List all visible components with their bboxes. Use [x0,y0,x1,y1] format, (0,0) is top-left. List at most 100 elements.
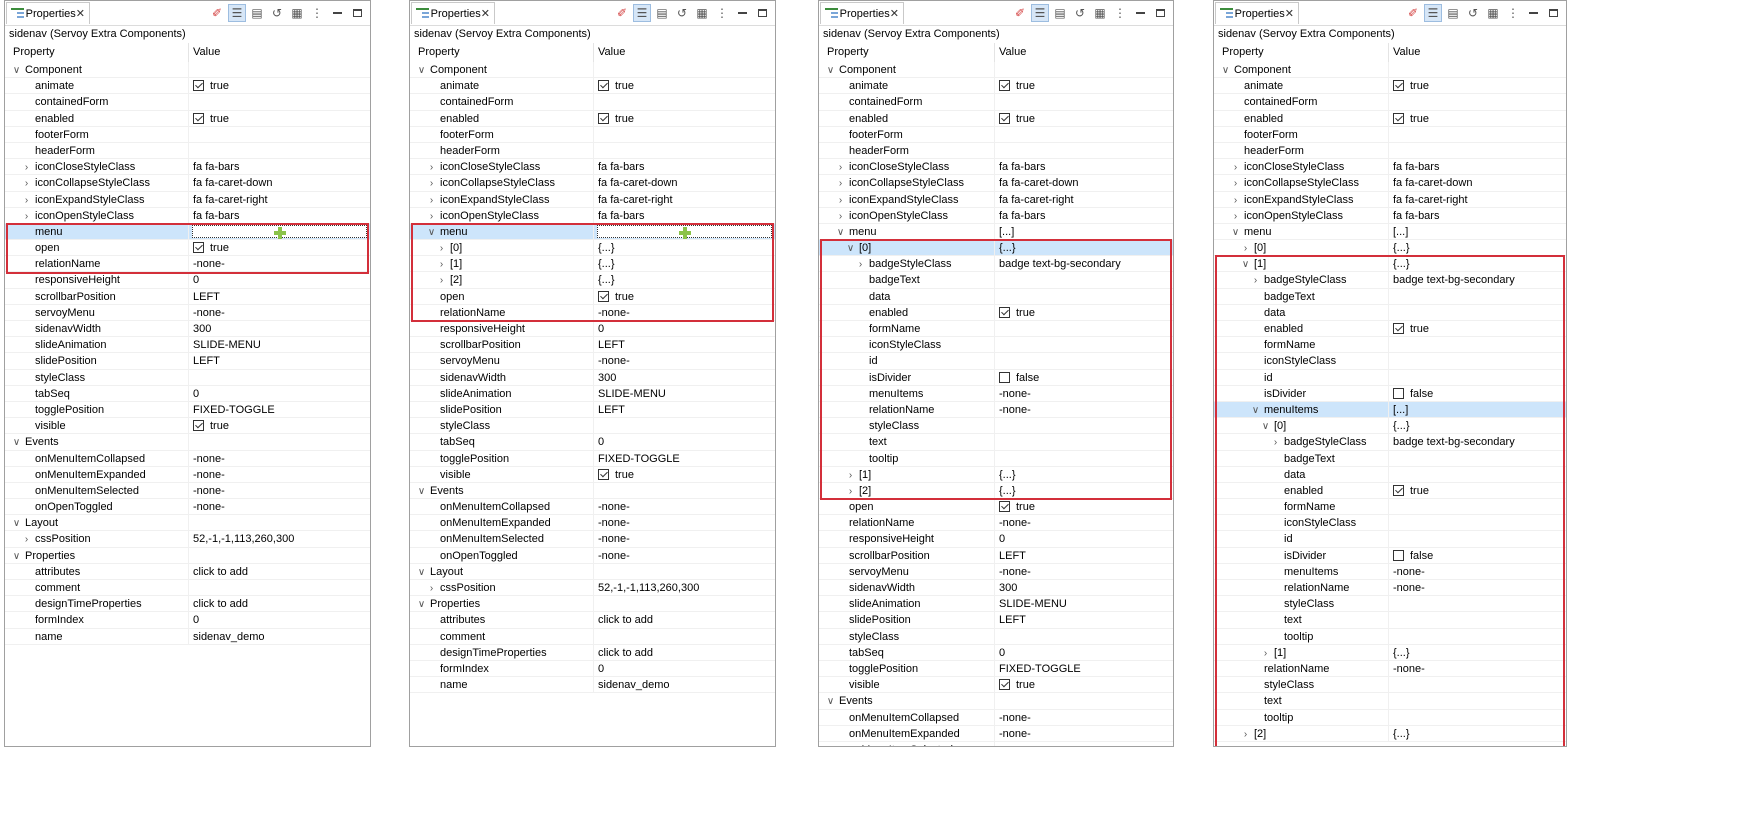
property-value-cell[interactable]: sidenav_demo [188,628,370,644]
property-value-cell[interactable]: SLIDE-MENU [188,337,370,353]
property-row[interactable]: › iconCloseStyleClass fa fa-bars [5,159,370,176]
value-checkbox[interactable] [999,371,1010,383]
property-row[interactable]: enabled true [410,110,775,127]
property-row[interactable]: attributes click to add [410,612,775,629]
chevron-right-icon[interactable]: › [835,160,846,174]
close-icon[interactable]: ✕ [76,7,85,20]
property-row[interactable]: › [1] {...} [819,466,1173,483]
property-value-cell[interactable] [1388,288,1566,304]
property-row[interactable]: footerForm [410,126,775,143]
property-value-cell[interactable] [593,126,775,142]
property-value-cell[interactable]: true [188,418,370,434]
property-row[interactable]: formName [1214,499,1566,516]
property-value-cell[interactable]: fa fa-bars [593,159,775,175]
property-value-cell[interactable] [1388,693,1566,709]
property-value-cell[interactable]: true [994,110,1173,126]
property-value-cell[interactable] [994,337,1173,353]
property-value-cell[interactable] [1388,337,1566,353]
property-column-header[interactable]: Property [410,43,601,62]
property-row[interactable]: attributes click to add [5,563,370,580]
property-value-cell[interactable]: true [994,499,1173,515]
property-value-cell[interactable] [1388,531,1566,547]
property-value-cell[interactable]: 0 [994,644,1173,660]
property-value-cell[interactable]: badge text-bg-secondary [994,256,1173,272]
value-checkbox[interactable] [1393,323,1404,334]
chevron-right-icon[interactable]: › [21,160,32,174]
property-row[interactable]: isDivider false [1214,385,1566,402]
property-value-cell[interactable]: LEFT [593,401,775,418]
property-row[interactable]: › iconCollapseStyleClass fa fa-caret-down [819,175,1173,192]
property-row[interactable]: comment [5,580,370,597]
property-row[interactable]: responsiveHeight 0 [410,321,775,338]
property-row[interactable]: slidePosition LEFT [5,353,370,370]
chevron-down-icon[interactable]: ∨ [1230,225,1241,239]
property-row[interactable]: relationName -none- [1214,660,1566,678]
property-row[interactable]: formName [1214,337,1566,354]
property-value-cell[interactable]: -none- [994,515,1173,531]
property-row[interactable]: ∨ Properties [410,596,775,613]
property-row[interactable]: slideAnimation SLIDE-MENU [819,596,1173,613]
property-row[interactable]: ∨ Layout [5,515,370,532]
property-value-cell[interactable]: {...} [593,272,775,288]
property-value-cell[interactable]: -none- [593,304,775,320]
categories-icon[interactable]: ☰ [1424,4,1442,22]
value-checkbox[interactable] [1393,112,1404,124]
property-row[interactable]: tooltip [819,450,1173,467]
property-row[interactable]: onMenuItemExpanded -none- [410,515,775,532]
property-value-cell[interactable]: {...} [1388,240,1566,256]
chevron-right-icon[interactable]: › [1230,160,1241,174]
property-row[interactable]: › iconOpenStyleClass fa fa-bars [410,207,775,224]
property-value-cell[interactable] [1388,612,1566,628]
property-value-cell[interactable] [994,693,1173,709]
property-value-cell[interactable]: 52,-1,-1,113,260,300 [188,531,370,547]
property-value-cell[interactable] [994,62,1173,78]
property-value-cell[interactable]: fa fa-caret-down [188,175,370,191]
property-row[interactable]: ∨ Component [819,62,1173,79]
property-row[interactable]: ∨ Properties [5,547,370,564]
chevron-right-icon[interactable]: › [1240,241,1251,255]
property-row[interactable]: animate true [819,78,1173,95]
property-row[interactable]: name sidenav_demo [5,628,370,645]
property-value-cell[interactable]: -none- [1388,580,1566,596]
property-value-cell[interactable]: true [1388,78,1566,94]
property-value-cell[interactable]: 300 [593,369,775,385]
property-value-cell[interactable]: true [1388,321,1566,337]
property-row[interactable]: servoyMenu -none- [410,353,775,370]
property-column-header[interactable]: Property [819,43,1002,62]
value-checkbox[interactable] [598,112,609,124]
property-value-cell[interactable]: true [593,288,775,304]
property-row[interactable]: enabled true [819,110,1173,127]
property-row[interactable]: › [1] {...} [1214,644,1566,661]
properties-tab[interactable]: Properties ✕ [411,2,495,24]
property-value-cell[interactable]: {...} [994,482,1173,499]
chevron-down-icon[interactable]: ∨ [416,484,427,498]
property-value-cell[interactable] [1388,628,1566,644]
property-value-cell[interactable]: 0 [593,321,775,337]
property-row[interactable]: id [1214,369,1566,386]
value-checkbox[interactable] [999,679,1010,691]
chevron-right-icon[interactable]: › [835,176,846,190]
property-row[interactable]: styleClass [819,628,1173,645]
property-value-cell[interactable]: {...} [1388,256,1566,272]
property-value-cell[interactable]: true [994,78,1173,94]
pin-icon[interactable]: ✐ [1404,4,1422,22]
property-row[interactable]: onMenuItemSelected -none- [410,531,775,548]
property-value-cell[interactable]: 300 [188,321,370,337]
property-row[interactable]: containedForm [410,94,775,111]
property-row[interactable]: badgeText [819,272,1173,289]
property-row[interactable]: data [819,288,1173,305]
property-row[interactable]: visible true [5,418,370,435]
property-row[interactable]: scrollbarPosition LEFT [410,337,775,354]
property-value-cell[interactable] [593,94,775,110]
value-checkbox[interactable] [999,306,1010,318]
property-row[interactable]: › iconCloseStyleClass fa fa-bars [1214,159,1566,176]
property-row[interactable]: onMenuItemSelected -none- [5,482,370,500]
property-value-cell[interactable]: 0 [188,385,370,401]
property-value-cell[interactable]: false [1388,547,1566,563]
property-row[interactable]: visible true [819,677,1173,694]
property-row[interactable]: relationName -none- [5,256,370,273]
property-row[interactable]: › [2] {...} [819,482,1173,500]
advanced-icon[interactable]: ▤ [248,4,266,22]
view-menu-icon[interactable]: ⋮ [308,4,326,22]
property-row[interactable]: › iconOpenStyleClass fa fa-bars [5,207,370,224]
